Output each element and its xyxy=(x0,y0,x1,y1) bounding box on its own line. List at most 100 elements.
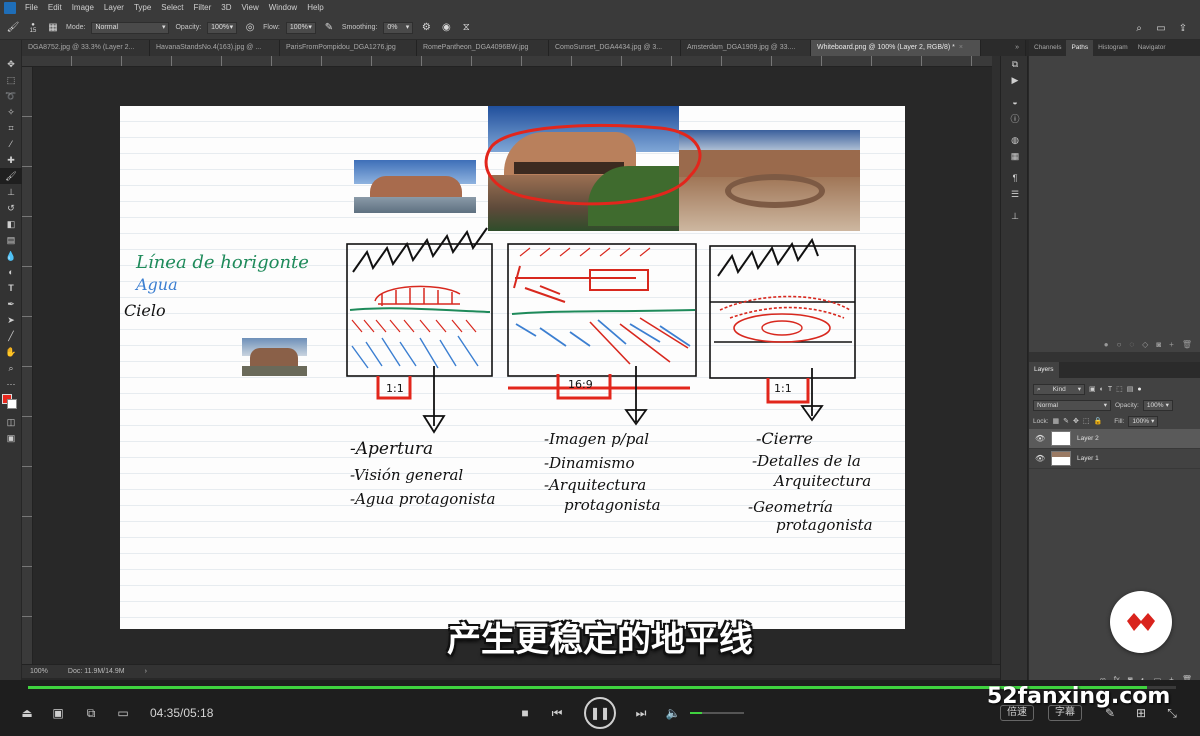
eye-icon[interactable]: 👁 xyxy=(1035,434,1045,443)
menu-select[interactable]: Select xyxy=(156,0,188,16)
menu-help[interactable]: Help xyxy=(302,0,328,16)
menu-view[interactable]: View xyxy=(237,0,264,16)
actions-icon[interactable]: ▶ xyxy=(1001,72,1029,88)
stroke-path-icon[interactable]: ○ xyxy=(1117,340,1122,349)
zoom-level[interactable]: 100% xyxy=(30,668,48,675)
layer-row[interactable]: 👁 Layer 2 xyxy=(1029,429,1200,449)
blur-tool-icon[interactable]: 💧 xyxy=(0,248,22,264)
workspace-icon[interactable]: ▭ xyxy=(1154,21,1168,35)
make-path-icon[interactable]: ◇ xyxy=(1142,340,1148,349)
filter-toggle-icon[interactable]: ● xyxy=(1137,386,1141,393)
photoshop-logo-icon[interactable] xyxy=(0,0,20,16)
menu-edit[interactable]: Edit xyxy=(43,0,67,16)
doc-tab[interactable]: RomePantheon_DGA4096BW.jpg xyxy=(417,40,549,56)
type-tool-icon[interactable]: T xyxy=(0,280,22,296)
close-icon[interactable]: × xyxy=(959,44,963,51)
pressure-opacity-icon[interactable]: ◎ xyxy=(243,21,257,35)
flow-input[interactable]: 100% ▾ xyxy=(285,21,316,34)
gradient-tool-icon[interactable]: ▤ xyxy=(0,232,22,248)
magic-wand-tool-icon[interactable]: ✧ xyxy=(0,104,22,120)
quick-mask-icon[interactable]: ◫ xyxy=(0,414,22,430)
pause-button[interactable]: ❚❚ xyxy=(584,697,616,729)
next-icon[interactable]: ⏭ xyxy=(634,706,648,720)
doc-tab[interactable]: Amsterdam_DGA1909.jpg @ 33.... xyxy=(681,40,811,56)
background-color-swatch[interactable] xyxy=(7,399,17,409)
menu-type[interactable]: Type xyxy=(129,0,156,16)
share-icon[interactable]: ⇪ xyxy=(1176,21,1190,35)
pen-tool-icon[interactable]: ✒ xyxy=(0,296,22,312)
menu-filter[interactable]: Filter xyxy=(189,0,217,16)
color-icon[interactable]: ◍ xyxy=(1001,132,1029,148)
whiteboard-document[interactable]: 1:1 16:9 1:1 Línea de horigonte Agua Cie… xyxy=(120,106,905,629)
menu-window[interactable]: Window xyxy=(264,0,302,16)
symmetry-icon[interactable]: ⧖ xyxy=(459,21,473,35)
brush-tool-icon[interactable]: 🖌 xyxy=(0,168,22,184)
lock-artboard-icon[interactable]: ⬚ xyxy=(1083,417,1090,425)
volume-icon[interactable]: 🔈 xyxy=(666,706,681,720)
type-filter-icon[interactable]: T xyxy=(1108,386,1112,393)
adjustment-filter-icon[interactable]: ◐ xyxy=(1100,386,1104,393)
lock-position-icon[interactable]: ✥ xyxy=(1073,417,1079,425)
trash-icon[interactable]: 🗑 xyxy=(1182,340,1192,349)
lock-pixels-icon[interactable]: ✎ xyxy=(1063,417,1069,425)
hand-tool-icon[interactable]: ✋ xyxy=(0,344,22,360)
brush-preset-icon[interactable]: 🖌 xyxy=(6,21,20,35)
doc-tab[interactable]: DGA8752.jpg @ 33.3% (Layer 2... xyxy=(22,40,150,56)
brush-size-picker[interactable]: ● 15 xyxy=(26,21,40,35)
adjustments-icon[interactable]: ◒ xyxy=(1001,94,1029,110)
smoothing-input[interactable]: 0% ▾ xyxy=(383,21,414,34)
paths-panel[interactable]: ● ○ ◌ ◇ ◙ + 🗑 xyxy=(1029,56,1200,352)
character-icon[interactable]: ¶ xyxy=(1001,170,1029,186)
previous-icon[interactable]: ⏮ xyxy=(550,706,564,720)
clone-stamp-tool-icon[interactable]: ⊥ xyxy=(0,184,22,200)
eye-icon[interactable]: 👁 xyxy=(1035,454,1045,463)
layer-opacity-input[interactable]: 100% ▾ xyxy=(1142,399,1173,411)
upload-icon[interactable]: ⏏ xyxy=(20,706,34,720)
tab-navigator[interactable]: Navigator xyxy=(1133,40,1171,56)
doc-size[interactable]: Doc: 11.9M/14.9M xyxy=(68,668,125,675)
doc-tab-active[interactable]: Whiteboard.png @ 100% (Layer 2, RGB/8) *… xyxy=(811,40,981,56)
tab-histogram[interactable]: Histogram xyxy=(1093,40,1133,56)
mode-dropdown[interactable]: Normal ▾ xyxy=(91,21,170,34)
layer-row[interactable]: 👁 Layer 1 xyxy=(1029,449,1200,469)
doc-tab[interactable]: ComoSunset_DGA4434.jpg @ 3... xyxy=(549,40,681,56)
line-tool-icon[interactable]: ╱ xyxy=(0,328,22,344)
move-tool-icon[interactable]: ✥ xyxy=(0,56,22,72)
doc-tab[interactable]: ParisFromPompidou_DGA1276.jpg xyxy=(280,40,417,56)
eyedropper-tool-icon[interactable]: ⁄ xyxy=(0,136,22,152)
clone-source-icon[interactable]: ⊥ xyxy=(1001,208,1029,224)
load-selection-icon[interactable]: ◌ xyxy=(1129,340,1134,349)
tab-layers[interactable]: Layers xyxy=(1029,362,1059,378)
tab-channels[interactable]: Channels xyxy=(1029,40,1066,56)
chevron-right-icon[interactable]: › xyxy=(145,668,147,675)
search-icon[interactable]: ⌕ xyxy=(1132,21,1146,35)
vertical-scrollbar[interactable] xyxy=(992,56,1000,664)
fill-path-icon[interactable]: ● xyxy=(1104,340,1109,349)
screen-mode-icon[interactable]: ▣ xyxy=(0,430,22,446)
screenshot-icon[interactable]: ⧉ xyxy=(84,706,98,720)
add-mask-icon[interactable]: ◙ xyxy=(1156,340,1161,349)
more-tools-icon[interactable]: ⋯ xyxy=(0,376,22,392)
lock-transparent-icon[interactable]: ▦ xyxy=(1053,417,1060,425)
new-path-icon[interactable]: + xyxy=(1169,340,1174,349)
healing-brush-tool-icon[interactable]: ✚ xyxy=(0,152,22,168)
zoom-tool-icon[interactable]: ⌕ xyxy=(0,360,22,376)
path-selection-tool-icon[interactable]: ➤ xyxy=(0,312,22,328)
pixel-filter-icon[interactable]: ▣ xyxy=(1089,385,1096,393)
dodge-tool-icon[interactable]: ◐ xyxy=(0,264,22,280)
fullscreen-icon[interactable]: ▭ xyxy=(116,706,130,720)
airbrush-icon[interactable]: ✎ xyxy=(322,21,336,35)
tab-paths[interactable]: Paths xyxy=(1066,40,1094,56)
gear-icon[interactable]: ⚙ xyxy=(419,21,433,35)
swatches-icon[interactable]: ▦ xyxy=(1001,148,1029,164)
lock-all-icon[interactable]: 🔒 xyxy=(1094,417,1103,425)
menu-layer[interactable]: Layer xyxy=(99,0,129,16)
kind-filter-dropdown[interactable]: ⌕ Kind ▾ xyxy=(1033,383,1085,395)
info-icon[interactable]: ⓘ xyxy=(1001,110,1029,126)
eraser-tool-icon[interactable]: ◧ xyxy=(0,216,22,232)
crop-tool-icon[interactable]: ⌗ xyxy=(0,120,22,136)
menu-file[interactable]: File xyxy=(20,0,43,16)
color-swatches[interactable] xyxy=(0,392,21,414)
menu-image[interactable]: Image xyxy=(67,0,99,16)
opacity-input[interactable]: 100% ▾ xyxy=(207,21,238,34)
